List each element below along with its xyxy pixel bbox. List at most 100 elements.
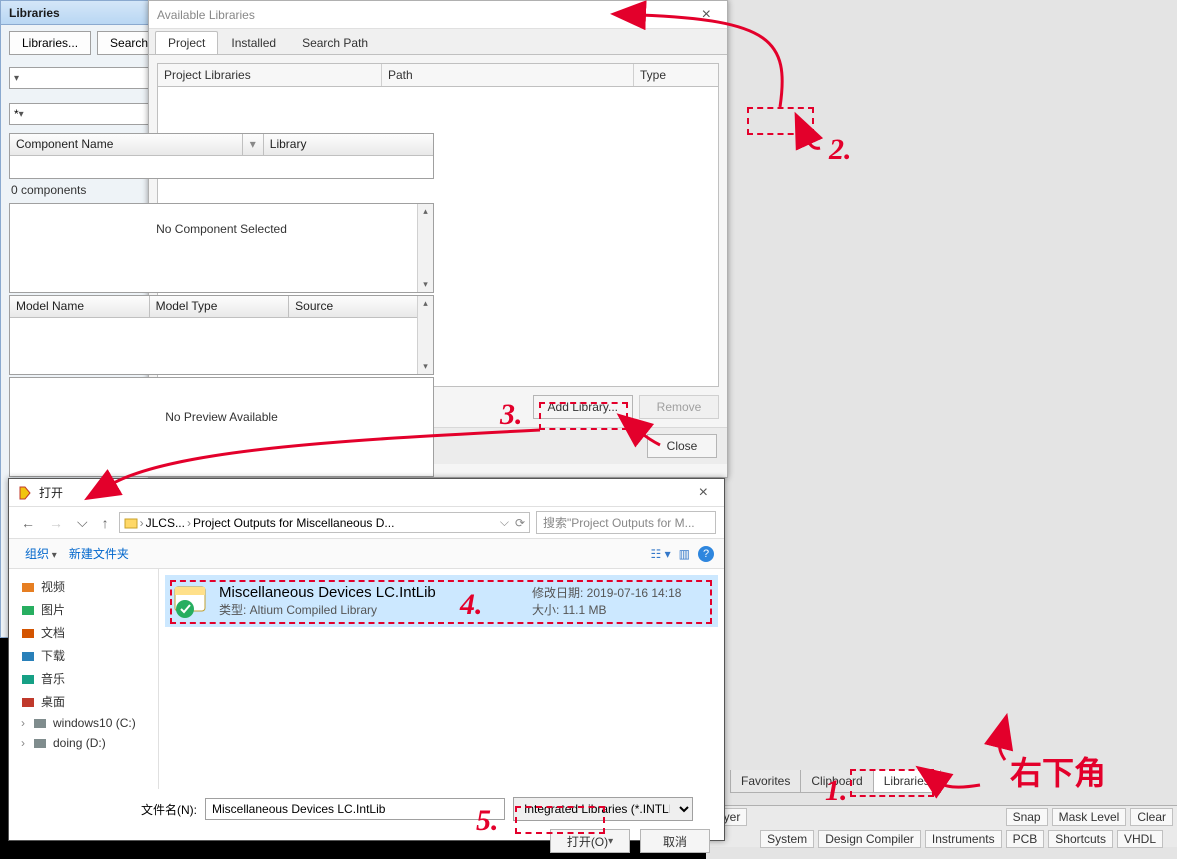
new-folder-button[interactable]: 新建文件夹 (63, 543, 135, 564)
col-path: Path (382, 64, 634, 86)
tab-search-path[interactable]: Search Path (289, 31, 381, 54)
libraries-button[interactable]: Libraries... (9, 31, 91, 55)
sidebar-item-label: 下载 (41, 647, 65, 664)
tab-installed[interactable]: Installed (218, 31, 289, 54)
file-type: 类型: Altium Compiled Library (219, 601, 436, 618)
tabs: Project Installed Search Path (149, 29, 727, 55)
folder-icon (21, 649, 35, 663)
preview-pane-icon[interactable]: ▥ (679, 547, 690, 561)
sidebar-item[interactable]: › windows10 (C:) (13, 713, 154, 733)
col-component-name[interactable]: Component Name (10, 134, 243, 155)
close-icon[interactable]: × (691, 484, 716, 502)
breadcrumb[interactable]: › JLCS... › Project Outputs for Miscella… (119, 512, 530, 533)
folder-icon (124, 516, 138, 530)
app-icon (17, 485, 33, 501)
col-model-name[interactable]: Model Name (10, 296, 150, 317)
close-icon[interactable]: × (694, 6, 719, 24)
remove-button: Remove (639, 395, 719, 419)
refresh-icon[interactable]: ⟳ (515, 516, 525, 530)
col-library[interactable]: Library (264, 134, 433, 155)
chevron-down-icon[interactable]: ⌵ (500, 515, 509, 530)
help-icon[interactable]: ? (698, 546, 714, 562)
intlib-file-icon (171, 581, 211, 621)
folder-icon (33, 736, 47, 750)
sidebar-item[interactable]: 文档 (13, 621, 154, 644)
dialog-title: Available Libraries (157, 8, 255, 22)
nav-up-icon[interactable]: ↑ (98, 515, 113, 531)
status-snap[interactable]: Snap (1006, 808, 1048, 826)
status-shortcuts[interactable]: Shortcuts (1048, 830, 1113, 848)
cancel-button[interactable]: 取消 (640, 829, 710, 853)
folder-icon (21, 580, 35, 594)
nav-recent-icon[interactable]: ⌵ (73, 514, 92, 531)
nav-forward-icon[interactable]: → (45, 515, 67, 531)
status-bar: ayer Snap Mask Level Clear System Design… (706, 805, 1177, 847)
folder-icon (21, 672, 35, 686)
dialog-title: 打开 (39, 484, 63, 501)
close-button[interactable]: Close (647, 434, 717, 458)
chevron-right-icon: › (140, 516, 144, 530)
tab-favorites[interactable]: Favorites (730, 770, 801, 793)
dialog-titlebar: Available Libraries × (149, 1, 727, 29)
tab-clipboard[interactable]: Clipboard (800, 770, 873, 793)
status-pcb[interactable]: PCB (1006, 830, 1045, 848)
folder-icon (21, 626, 35, 640)
filename-label: 文件名(N): (141, 801, 197, 818)
status-design-compiler[interactable]: Design Compiler (818, 830, 921, 848)
file-date: 修改日期: 2019-07-16 14:18 (532, 584, 712, 601)
sidebar-item-label: 音乐 (41, 670, 65, 687)
sidebar-item-label: windows10 (C:) (53, 716, 136, 730)
status-system[interactable]: System (760, 830, 814, 848)
organize-button[interactable]: 组织 (19, 543, 63, 564)
panel-title: Libraries (9, 6, 60, 20)
open-file-dialog: 打开 × ← → ⌵ ↑ › JLCS... › Project Outputs… (8, 478, 725, 841)
tab-libraries[interactable]: Libraries (873, 770, 941, 793)
folder-icon (21, 603, 35, 617)
no-component-message: No Component Selected (10, 204, 433, 254)
sidebar-item-label: 视频 (41, 578, 65, 595)
folder-icon (21, 695, 35, 709)
col-type: Type (634, 64, 718, 86)
filename-input[interactable] (205, 798, 505, 820)
crumb[interactable]: JLCS... (146, 516, 185, 530)
file-item[interactable]: Miscellaneous Devices LC.IntLib 类型: Alti… (165, 575, 718, 627)
status-clear[interactable]: Clear (1130, 808, 1173, 826)
sidebar-item[interactable]: 桌面 (13, 690, 154, 713)
sidebar-item-label: 图片 (41, 601, 65, 618)
sidebar-item[interactable]: 图片 (13, 598, 154, 621)
search-input[interactable]: 搜索"Project Outputs for M... (536, 511, 716, 534)
file-size: 大小: 11.1 MB (532, 601, 712, 618)
sort-indicator-icon[interactable]: ▾ (243, 134, 264, 155)
sidebar: 视频图片文档下载音乐桌面 › windows10 (C:) › doing (D:) (9, 569, 159, 789)
scrollbar[interactable]: ▴▾ (417, 204, 433, 292)
folder-icon (33, 716, 47, 730)
panel-bottom-tabs: Favorites Clipboard Libraries (730, 770, 1173, 793)
col-project-libraries: Project Libraries (158, 64, 382, 86)
no-preview-message: No Preview Available (10, 378, 433, 442)
col-model-type[interactable]: Model Type (150, 296, 290, 317)
chevron-right-icon: › (187, 516, 191, 530)
status-instruments[interactable]: Instruments (925, 830, 1002, 848)
tab-project[interactable]: Project (155, 31, 218, 54)
status-mask-level[interactable]: Mask Level (1052, 808, 1127, 826)
dialog-titlebar: 打开 × (9, 479, 724, 507)
sidebar-item-label: 文档 (41, 624, 65, 641)
status-vhdl[interactable]: VHDL (1117, 830, 1163, 848)
nav-back-icon[interactable]: ← (17, 515, 39, 531)
scrollbar[interactable]: ▴▾ (417, 296, 433, 374)
expand-icon[interactable]: › (21, 716, 25, 730)
sidebar-item[interactable]: 视频 (13, 575, 154, 598)
sidebar-item-label: doing (D:) (53, 736, 106, 750)
sidebar-item-label: 桌面 (41, 693, 65, 710)
sidebar-item[interactable]: 音乐 (13, 667, 154, 690)
file-list[interactable]: Miscellaneous Devices LC.IntLib 类型: Alti… (159, 569, 724, 789)
add-library-button[interactable]: Add Library... (533, 395, 633, 419)
sidebar-item[interactable]: 下载 (13, 644, 154, 667)
sidebar-item[interactable]: › doing (D:) (13, 733, 154, 753)
filetype-select[interactable]: Integrated Libraries (*.INTLIB (513, 797, 693, 821)
col-source[interactable]: Source (289, 296, 433, 317)
open-button[interactable]: 打开(O) (550, 829, 630, 853)
view-options-icon[interactable]: ☷ ▾ (651, 547, 671, 561)
expand-icon[interactable]: › (21, 736, 25, 750)
crumb[interactable]: Project Outputs for Miscellaneous D... (193, 516, 394, 530)
